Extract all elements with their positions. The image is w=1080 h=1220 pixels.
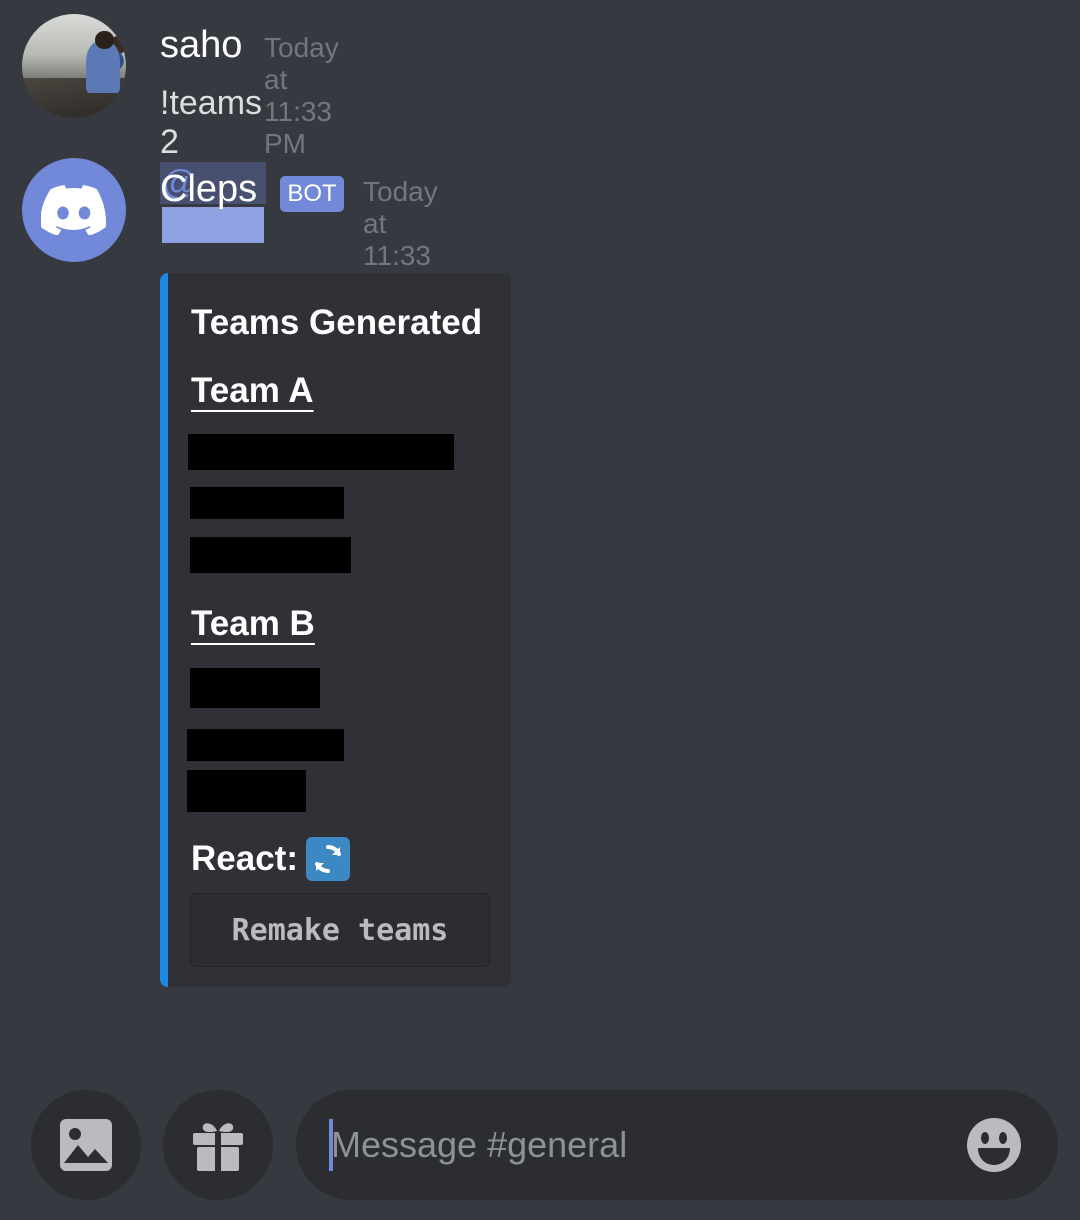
message-text: !teams 2	[160, 84, 263, 161]
field-team-a: Team A	[191, 371, 314, 410]
redacted-player	[188, 434, 454, 470]
author-name[interactable]: saho	[160, 24, 242, 67]
author-name[interactable]: Cleps	[160, 168, 257, 211]
emoji-icon[interactable]	[966, 1117, 1022, 1173]
redacted-player	[187, 729, 344, 761]
redacted-player	[190, 537, 351, 573]
react-label: React:	[191, 839, 298, 878]
react-line: React:	[191, 837, 350, 881]
image-upload-button[interactable]	[31, 1090, 141, 1200]
user-avatar[interactable]	[22, 14, 126, 118]
field-team-b: Team B	[191, 604, 315, 643]
gift-icon	[193, 1123, 243, 1171]
bot-tag: BOT	[280, 176, 344, 212]
message-timestamp: Today at 11:33 PM	[264, 32, 339, 159]
code-block: Remake teams	[190, 893, 490, 967]
bot-avatar[interactable]	[22, 158, 126, 262]
redacted-player	[187, 770, 306, 812]
redacted-username	[162, 207, 264, 244]
embed-card: Teams Generated Team A Team B React: Rem…	[160, 273, 511, 987]
embed-title: Teams Generated	[191, 303, 483, 342]
image-icon	[60, 1119, 112, 1171]
gift-button[interactable]	[163, 1090, 273, 1200]
message-input[interactable]: Message #general	[296, 1090, 1058, 1200]
arrows-counterclockwise-icon	[305, 837, 350, 881]
message-input-placeholder: Message #general	[331, 1124, 628, 1165]
redacted-player	[190, 668, 320, 708]
redacted-player	[190, 487, 344, 519]
embed-accent-bar	[160, 273, 168, 987]
discord-logo-icon	[41, 185, 107, 235]
